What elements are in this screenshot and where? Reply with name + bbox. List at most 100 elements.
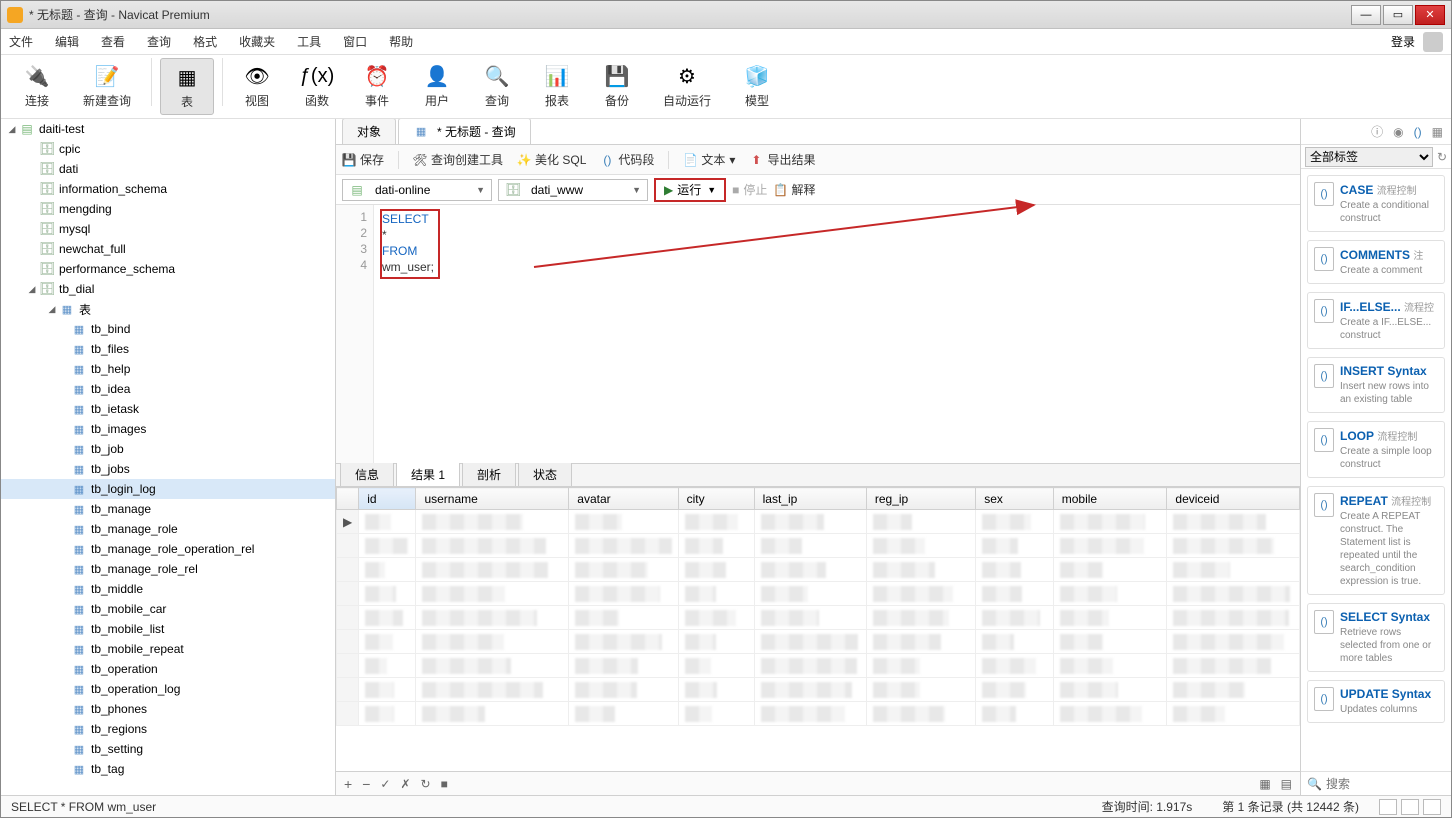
snippet-loop[interactable]: () LOOP 流程控制 Create a simple loop constr… (1307, 421, 1445, 478)
table-cell[interactable] (976, 678, 1054, 702)
table-cell[interactable] (976, 534, 1054, 558)
table-cell[interactable] (1167, 654, 1300, 678)
table-cell[interactable] (1053, 630, 1167, 654)
snippet-comments[interactable]: () COMMENTS 注 Create a comment (1307, 240, 1445, 284)
table-cell[interactable] (1053, 558, 1167, 582)
table-cell[interactable] (678, 630, 754, 654)
table-cell[interactable] (569, 510, 678, 534)
table-cell[interactable] (416, 654, 569, 678)
table-cell[interactable] (976, 510, 1054, 534)
snippet-search-input[interactable] (1326, 777, 1451, 791)
table-cell[interactable] (754, 510, 866, 534)
table-cell[interactable] (1167, 702, 1300, 726)
toolbar-表[interactable]: ▦表 (160, 58, 214, 115)
table-cell[interactable] (976, 654, 1054, 678)
titlebar[interactable]: * 无标题 - 查询 - Navicat Premium — ▭ ✕ (1, 1, 1451, 29)
table-cell[interactable] (678, 582, 754, 606)
tree-table-tb_bind[interactable]: ▦tb_bind (1, 319, 335, 339)
table-cell[interactable] (569, 630, 678, 654)
table-cell[interactable] (866, 534, 975, 558)
table-cell[interactable] (678, 702, 754, 726)
table-cell[interactable] (866, 582, 975, 606)
table-cell[interactable] (569, 678, 678, 702)
sql-editor[interactable]: 1234 SELECT * FROM wm_user; (336, 205, 1300, 463)
table-cell[interactable] (754, 582, 866, 606)
code-icon[interactable]: () (1414, 125, 1422, 139)
tree-table-tb_setting[interactable]: ▦tb_setting (1, 739, 335, 759)
tree-db-cpic[interactable]: 🗄cpic (1, 139, 335, 159)
table-cell[interactable] (678, 510, 754, 534)
tree-table-tb_manage_role[interactable]: ▦tb_manage_role (1, 519, 335, 539)
row-indicator[interactable] (337, 582, 359, 606)
table-cell[interactable] (976, 558, 1054, 582)
row-indicator[interactable]: ▶ (337, 510, 359, 534)
tree-table-tb_ietask[interactable]: ▦tb_ietask (1, 399, 335, 419)
tree-db-mysql[interactable]: 🗄mysql (1, 219, 335, 239)
table-cell[interactable] (866, 654, 975, 678)
toolbar-模型[interactable]: 🧊模型 (731, 58, 783, 115)
snippet-if-else-[interactable]: () IF...ELSE... 流程控 Create a IF...ELSE..… (1307, 292, 1445, 349)
snippet-insert-syntax[interactable]: () INSERT Syntax Insert new rows into an… (1307, 357, 1445, 413)
table-cell[interactable] (976, 630, 1054, 654)
col-deviceid[interactable]: deviceid (1167, 488, 1300, 510)
result-tab-result1[interactable]: 结果 1 (396, 462, 460, 486)
query-builder-button[interactable]: 🛠查询创建工具 (413, 151, 503, 168)
table-cell[interactable] (1167, 558, 1300, 582)
toolbar-用户[interactable]: 👤用户 (411, 58, 463, 115)
table-cell[interactable] (569, 702, 678, 726)
table-cell[interactable] (866, 606, 975, 630)
table-cell[interactable] (754, 702, 866, 726)
grid-refresh-button[interactable]: ↻ (421, 777, 431, 791)
table-cell[interactable] (678, 558, 754, 582)
table-cell[interactable] (1167, 510, 1300, 534)
table-cell[interactable] (1053, 702, 1167, 726)
toolbar-查询[interactable]: 🔍查询 (471, 58, 523, 115)
result-tab-profile[interactable]: 剖析 (462, 462, 516, 486)
tree-db-mengding[interactable]: 🗄mengding (1, 199, 335, 219)
table-cell[interactable] (1167, 582, 1300, 606)
result-grid[interactable]: idusernameavatarcitylast_ipreg_ipsexmobi… (336, 487, 1300, 771)
menu-format[interactable]: 格式 (193, 33, 217, 50)
tree-table-tb_manage[interactable]: ▦tb_manage (1, 499, 335, 519)
row-indicator[interactable] (337, 678, 359, 702)
tree-connection[interactable]: ◢▤ daiti-test (1, 119, 335, 139)
menu-view[interactable]: 查看 (101, 33, 125, 50)
table-cell[interactable] (976, 582, 1054, 606)
table-cell[interactable] (1053, 510, 1167, 534)
row-indicator[interactable] (337, 558, 359, 582)
col-mobile[interactable]: mobile (1053, 488, 1167, 510)
code-snippets-button[interactable]: ()代码段 (600, 151, 654, 168)
table-cell[interactable] (359, 534, 416, 558)
table-cell[interactable] (754, 630, 866, 654)
toolbar-自动运行[interactable]: ⚙自动运行 (651, 58, 723, 115)
toolbar-事件[interactable]: ⏰事件 (351, 58, 403, 115)
table-cell[interactable] (569, 606, 678, 630)
login-link[interactable]: 登录 (1391, 33, 1415, 50)
table-cell[interactable] (1053, 678, 1167, 702)
table-cell[interactable] (359, 606, 416, 630)
tab-query[interactable]: ▦ * 无标题 - 查询 (398, 119, 531, 144)
menu-edit[interactable]: 编辑 (55, 33, 79, 50)
table-cell[interactable] (1167, 534, 1300, 558)
snippet-case[interactable]: () CASE 流程控制 Create a conditional constr… (1307, 175, 1445, 232)
run-button[interactable]: ▶ 运行▼ (654, 178, 726, 202)
menu-query[interactable]: 查询 (147, 33, 171, 50)
grid-stop-button[interactable]: ■ (441, 777, 448, 791)
result-tab-info[interactable]: 信息 (340, 462, 394, 486)
table-cell[interactable] (866, 678, 975, 702)
toolbar-备份[interactable]: 💾备份 (591, 58, 643, 115)
table-cell[interactable] (416, 630, 569, 654)
tree-db-dati[interactable]: 🗄dati (1, 159, 335, 179)
tree-db-information_schema[interactable]: 🗄information_schema (1, 179, 335, 199)
row-indicator[interactable] (337, 534, 359, 558)
col-username[interactable]: username (416, 488, 569, 510)
table-cell[interactable] (569, 534, 678, 558)
snippet-select-syntax[interactable]: () SELECT Syntax Retrieve rows selected … (1307, 603, 1445, 672)
grid-toggle-icon[interactable]: ▦ (1432, 125, 1443, 139)
table-cell[interactable] (754, 534, 866, 558)
tree-db-newchat_full[interactable]: 🗄newchat_full (1, 239, 335, 259)
form-view-icon[interactable]: ▤ (1281, 777, 1292, 791)
tree-table-tb_mobile_car[interactable]: ▦tb_mobile_car (1, 599, 335, 619)
tree-tables-folder[interactable]: ◢▦ 表 (1, 299, 335, 319)
tree-db-open[interactable]: ◢🗄 tb_dial (1, 279, 335, 299)
